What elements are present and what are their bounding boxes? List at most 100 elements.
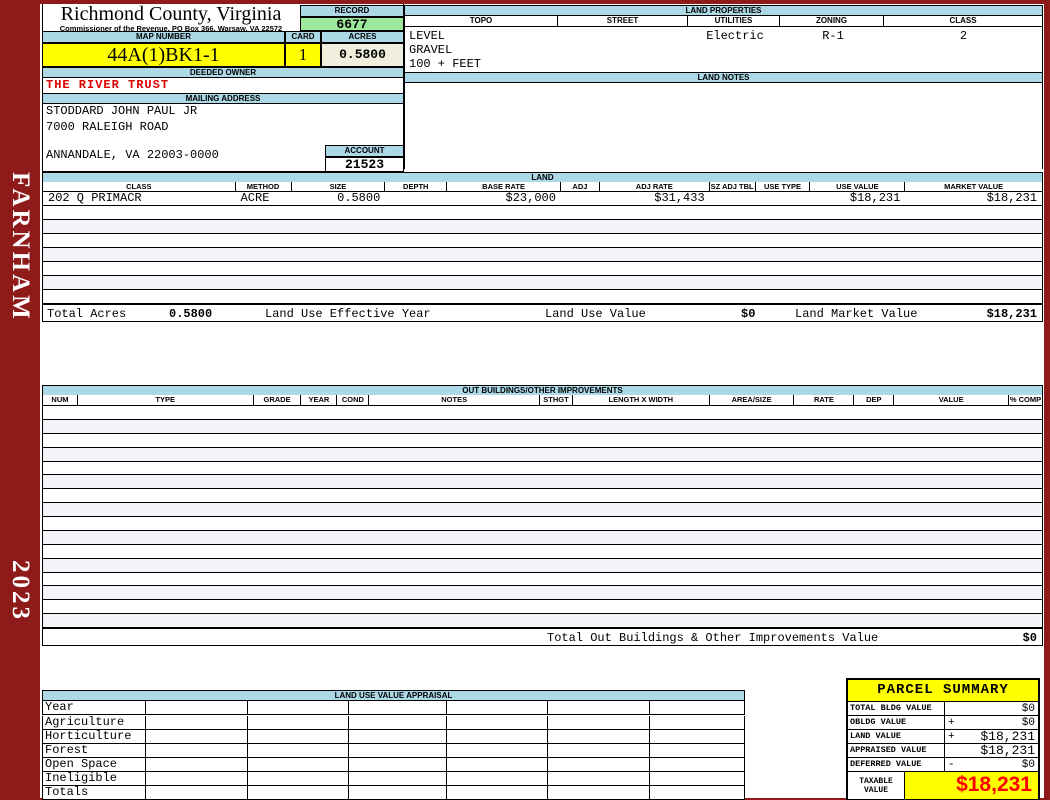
parcel-row-value: + $18,231: [945, 729, 1038, 744]
total-acres-label: Total Acres: [47, 307, 127, 321]
parcel-row-amount: $0: [1021, 702, 1035, 715]
taxable-value-row: TAXABLE VALUE $18,231: [848, 772, 1038, 799]
zoning-value: R-1: [822, 29, 844, 43]
appraisal-empty-cell: [548, 744, 651, 757]
parcel-summary-row: OBLDG VALUE + $0: [848, 716, 1038, 730]
out-buildings-total-row: Total Out Buildings & Other Improvements…: [42, 628, 1043, 646]
appraisal-empty-cell: [349, 701, 447, 714]
class-value: 2: [959, 29, 968, 43]
out-column-5: NOTES: [369, 395, 540, 405]
out-buildings-empty-row: [43, 406, 1042, 420]
topo-value-1: LEVEL: [409, 29, 446, 43]
land-empty-row: [43, 262, 1042, 276]
land-use-value: $0: [741, 307, 756, 321]
out-buildings-empty-row: [43, 503, 1042, 517]
out-buildings-header-row: NUM TYPE GRADE YEAR COND NOTES STHGT LENGTH X W…: [42, 395, 1043, 406]
out-buildings-empty-row: [43, 600, 1042, 615]
land-cell-1: ACRE: [240, 192, 270, 205]
land-column-3: DEPTH: [385, 182, 448, 191]
land-market-value: $18,231: [986, 307, 1037, 321]
utilities-value: Electric: [706, 29, 764, 43]
appraisal-empty-cell: [349, 786, 447, 799]
out-buildings-empty-row: [43, 530, 1042, 545]
land-properties-header-row: TOPO STREET UTILITIES ZONING CLASS: [405, 16, 1042, 27]
land-column-10: MARKET VALUE: [944, 182, 1004, 191]
parcel-row-operator: -: [948, 758, 955, 771]
land-cell-4: $23,000: [505, 192, 556, 205]
land-header-row: CLASS METHOD SIZE DEPTH BASE RATE ADJ ADJ RATE…: [42, 182, 1043, 192]
land-empty-row: [43, 220, 1042, 234]
land-cell-0: 202 Q PRIMACR: [48, 192, 142, 205]
land-market-value-label: Land Market Value: [795, 307, 918, 321]
effective-year-label: Land Use Effective Year: [265, 307, 431, 321]
appraisal-empty-cell: [447, 716, 548, 729]
land-cell-9: $18,231: [849, 192, 901, 205]
appraisal-row-label: Year: [43, 701, 146, 714]
appraisal-row: Open Space: [42, 758, 745, 772]
card-label: CARD: [285, 31, 321, 43]
deeded-owner-label: DEEDED OWNER: [42, 67, 404, 78]
out-buildings-empty-row: [43, 433, 1042, 448]
appraisal-empty-cell: [349, 772, 447, 785]
appraisal-empty-cell: [447, 744, 548, 757]
land-column-9: USE VALUE: [810, 182, 906, 191]
land-cell-3: [385, 192, 447, 205]
parcel-summary-title: PARCEL SUMMARY: [848, 680, 1038, 702]
land-empty-row: [43, 206, 1042, 220]
out-column-4: COND: [337, 395, 370, 405]
parcel-row-amount: $0: [1021, 758, 1035, 771]
out-column-1: TYPE: [78, 395, 254, 405]
map-number-label: MAP NUMBER: [42, 31, 285, 43]
out-buildings-empty-row: [43, 447, 1042, 462]
land-properties-panel: LAND PROPERTIES TOPO STREET UTILITIES ZONIN…: [404, 5, 1043, 169]
appraisal-row: Horticulture: [42, 730, 745, 744]
land-prop-column-4: CLASS: [949, 16, 977, 25]
land-rows: 202 Q PRIMACR ACRE 0.5800 $23,000 $31,433 $18…: [42, 192, 1043, 304]
appraisal-row: Forest: [42, 744, 745, 758]
out-buildings-empty-row: [43, 558, 1042, 573]
appraisal-row-label: Open Space: [43, 758, 146, 771]
address-line-2: 7000 RALEIGH ROAD: [46, 120, 169, 134]
appraisal-empty-cell: [146, 758, 249, 771]
land-empty-row: [43, 234, 1042, 248]
appraisal-empty-cell: [548, 786, 651, 799]
appraisal-empty-cell: [349, 758, 447, 771]
out-column-3: YEAR: [301, 395, 338, 405]
appraisal-row-label: Horticulture: [43, 730, 146, 743]
account-value: 21523: [325, 157, 404, 172]
out-column-9: RATE: [794, 395, 855, 405]
appraisal-empty-cell: [548, 701, 651, 714]
parcel-row-amount: $18,231: [980, 729, 1035, 744]
parcel-row-value: + $0: [945, 716, 1038, 729]
account-label: ACCOUNT: [325, 145, 404, 157]
appraisal-empty-cell: [650, 701, 744, 714]
appraisal-empty-cell: [248, 758, 350, 771]
out-buildings-empty-row: [43, 586, 1042, 601]
out-column-2: GRADE: [254, 395, 302, 405]
appraisal-empty-cell: [349, 730, 447, 743]
land-prop-column-1: STREET: [558, 16, 688, 26]
map-number-value: 44A(1)BK1-1: [42, 43, 285, 67]
appraisal-empty-cell: [447, 730, 548, 743]
land-column-1: METHOD: [236, 182, 292, 191]
parcel-row-label: DEFERRED VALUE: [848, 758, 945, 771]
acres-label: ACRES: [321, 31, 404, 43]
land-prop-column-2: UTILITIES: [688, 16, 780, 26]
appraisal-row: Year: [42, 701, 745, 715]
appraisal-empty-cell: [650, 744, 744, 757]
appraisal-empty-cell: [447, 786, 548, 799]
land-use-appraisal-table: LAND USE VALUE APPRAISAL Year Agriculture…: [42, 690, 745, 800]
out-column-10: DEP: [854, 395, 895, 405]
appraisal-empty-cell: [650, 730, 744, 743]
parcel-row-label: OBLDG VALUE: [848, 716, 945, 729]
appraisal-row: Ineligible: [42, 772, 745, 786]
appraisal-empty-cell: [146, 701, 249, 714]
out-buildings-empty-row: [43, 572, 1042, 587]
sidebar: FARNHAM 2023: [0, 0, 40, 800]
parcel-row-value: - $0: [945, 758, 1038, 771]
acres-value: 0.5800: [321, 43, 404, 67]
land-column-4: BASE RATE: [447, 182, 561, 191]
parcel-summary: PARCEL SUMMARY TOTAL BLDG VALUE $0 OBLDG V…: [846, 678, 1040, 800]
parcel-row-amount: $18,231: [980, 743, 1035, 758]
appraisal-empty-cell: [447, 758, 548, 771]
